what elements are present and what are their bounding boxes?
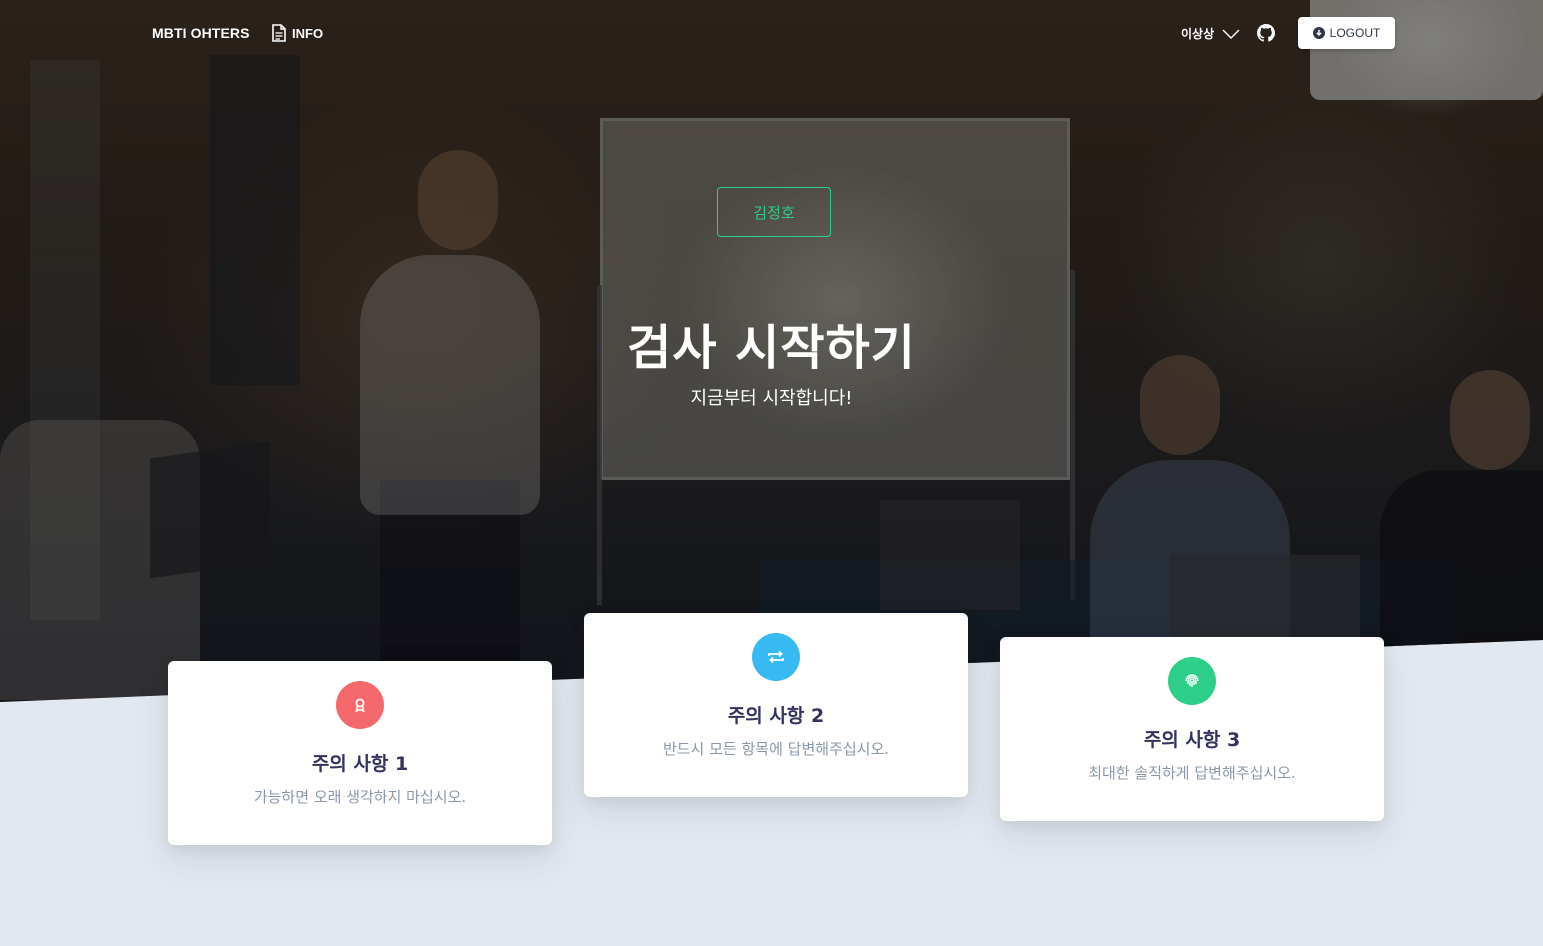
name-button[interactable]: 김정호 [717,187,831,237]
card-title: 주의 사항 3 [1143,729,1241,751]
notice-card-1: 주의 사항 1 가능하면 오래 생각하지 마십시오. [168,661,552,845]
card-text: 최대한 솔직하게 답변해주십시오. [1088,764,1296,782]
logout-label: LOGOUT [1329,26,1381,40]
card-title: 주의 사항 2 [727,705,825,727]
card-icon-badge [752,633,800,681]
document-icon [272,24,286,42]
fingerprint-icon [1185,674,1199,687]
chevron-down-icon [1222,29,1240,39]
github-icon [1257,24,1275,42]
hero-title: 검사 시작하기 [627,320,916,376]
nav-info-label: INFO [292,25,324,41]
navbar-brand[interactable]: MBTI OHTERS [152,25,250,41]
arrow-circle-down-icon [1312,27,1325,39]
notice-card-3: 주의 사항 3 최대한 솔직하게 답변해주십시오. [1000,637,1384,821]
nav-info-link[interactable]: INFO [272,24,323,42]
github-link[interactable] [1257,24,1275,46]
card-title: 주의 사항 1 [311,753,409,775]
card-icon-badge [336,681,384,729]
card-text: 가능하면 오래 생각하지 마십시오. [253,788,467,806]
user-name: 이상상 [1181,27,1215,41]
award-icon [355,698,365,713]
notice-card-2: 주의 사항 2 반드시 모든 항목에 답변해주십시오. [584,613,968,797]
logout-button[interactable]: LOGOUT [1298,17,1395,49]
card-text: 반드시 모든 항목에 답변해주십시오. [662,740,890,758]
user-dropdown[interactable]: 이상상 [1181,25,1240,42]
hero-subtitle: 지금부터 시작합니다! [690,388,853,409]
repeat-icon [768,650,784,664]
page: MBTI OHTERS INFO 이상상 LOGOUT 김정호 검사 시작하기 … [0,0,1543,946]
card-icon-badge [1168,657,1216,705]
